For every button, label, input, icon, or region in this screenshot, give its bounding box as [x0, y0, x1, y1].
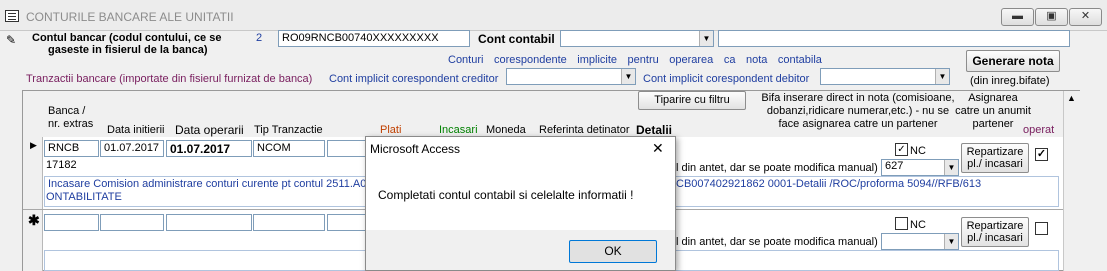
asignarea-line3: partener — [972, 118, 1014, 130]
col-banca: Banca / — [48, 105, 86, 117]
word: pentru — [627, 54, 659, 66]
operat-checkbox[interactable]: ✓ — [1035, 148, 1048, 161]
dialog-message: Completati contul contabil si celelalte … — [378, 188, 634, 202]
scroll-up-icon[interactable]: ▲ — [1067, 93, 1076, 103]
data-initierii-field[interactable]: 01.07.2017 — [100, 140, 164, 157]
chevron-down-icon[interactable]: ▼ — [935, 69, 949, 84]
ok-button[interactable]: OK — [569, 240, 657, 263]
col-data-initierii: Data initierii — [107, 124, 165, 136]
new-antet-text: l din antet, dar se poate modifica manua… — [676, 236, 878, 248]
new-repartizare-button[interactable]: Repartizare pl./ incasari — [961, 217, 1029, 247]
new-cont-row-select[interactable]: ▼ — [881, 233, 959, 250]
nc-label: NC — [910, 145, 926, 157]
window-title: CONTURILE BANCARE ALE UNITATII — [26, 10, 234, 24]
new-data-initierii-field[interactable] — [100, 214, 164, 231]
word: corespondente — [493, 54, 567, 66]
record-selector-column — [23, 137, 43, 271]
bifa-text-line1: Bifa inserare direct in nota (comisioane… — [761, 92, 955, 104]
title-bar: CONTURILE BANCARE ALE UNITATII ▬ ▣ ✕ — [0, 0, 1107, 31]
new-nc-checkbox[interactable] — [895, 217, 908, 230]
new-operat-checkbox[interactable] — [1035, 222, 1048, 235]
nc-checkbox[interactable]: ✓ — [895, 143, 908, 156]
cont-row-select[interactable]: 627 ▼ — [881, 159, 959, 176]
debitor-select[interactable]: ▼ — [820, 68, 950, 85]
word: nota — [745, 54, 768, 66]
col-moneda: Moneda — [486, 124, 526, 136]
col-nr-extras: nr. extras — [48, 118, 94, 130]
col-operat: operat — [1023, 124, 1055, 136]
dialog-title-bar: Microsoft Access ✕ — [366, 137, 675, 161]
generare-nota-button[interactable]: Generare nota — [966, 50, 1060, 72]
account-label-line2: gaseste in fisierul de la banca) — [48, 44, 208, 56]
col-referinta: Referinta detinator — [539, 124, 630, 136]
account-number-field[interactable]: RO09RNCB00740XXXXXXXXX — [278, 30, 470, 47]
debitor-label: Cont implicit corespondent debitor — [643, 73, 810, 85]
dialog-button-area: OK — [366, 230, 675, 270]
dialog-close-icon[interactable]: ✕ — [652, 140, 664, 157]
chevron-down-icon[interactable]: ▼ — [699, 31, 713, 46]
repartizare-line1: Repartizare — [966, 146, 1024, 158]
bifa-text-line2: dobanzi,ridicare numerar,etc.) - nu se — [766, 105, 950, 117]
repartizare-button[interactable]: Repartizare pl./ incasari — [961, 143, 1029, 173]
account-label-line1: Contul bancar (codul contului, ce se — [32, 32, 222, 44]
detail-line1-right: CB007402921862 0001-Detalii /ROC/proform… — [676, 178, 982, 190]
creditor-label: Cont implicit corespondent creditor — [329, 73, 499, 85]
vertical-scrollbar[interactable]: ▲ — [1063, 91, 1080, 271]
col-incasari: Incasari — [439, 124, 478, 136]
col-tip-tranzactie: Tip Tranzactie — [254, 124, 323, 136]
din-inreg-bifate-label: (din inreg.bifate) — [970, 75, 1050, 87]
tiparire-cu-filtru-button[interactable]: Tiparire cu filtru — [638, 91, 746, 110]
tip-tranzactie-field[interactable]: NCOM — [253, 140, 325, 157]
new-plati-field[interactable] — [327, 214, 367, 231]
tranzactii-bancare-label: Tranzactii bancare (importate din fisier… — [26, 73, 313, 85]
minimize-button[interactable]: ▬ — [1001, 8, 1034, 26]
account-index: 2 — [256, 32, 263, 44]
new-repartizare-line2: pl./ incasari — [967, 232, 1023, 244]
data-operarii-field[interactable]: 01.07.2017 — [166, 140, 252, 157]
word: contabila — [777, 54, 822, 66]
asignarea-line1: Asignarea — [968, 92, 1018, 104]
app-form-icon — [5, 10, 19, 22]
cont-contabil-select[interactable]: ▼ — [560, 30, 714, 47]
new-banca-field[interactable] — [44, 214, 99, 231]
new-data-operarii-field[interactable] — [166, 214, 252, 231]
col-data-operarii: Data operarii — [175, 123, 244, 137]
banca-field[interactable]: RNCB — [44, 140, 99, 157]
detail-line1: Incasare Comision administrare conturi c… — [48, 178, 379, 190]
current-record-arrow-icon[interactable]: ▶ — [30, 140, 37, 151]
new-repartizare-line1: Repartizare — [966, 220, 1024, 232]
cont-row-value: 627 — [885, 160, 904, 172]
col-detalii: Detalii — [636, 123, 673, 137]
repartizare-line2: pl./ incasari — [967, 158, 1023, 170]
dialog-title: Microsoft Access — [370, 142, 461, 156]
account-label: Contul bancar (codul contului, ce se — [32, 32, 221, 44]
cont-contabil-label: Cont contabil — [478, 32, 555, 46]
word: Conturi — [448, 54, 484, 66]
new-nc-label: NC — [910, 219, 926, 231]
new-record-star-icon[interactable]: ✱ — [28, 212, 40, 229]
asignarea-line2: catre un anumit — [955, 105, 1031, 117]
maximize-button[interactable]: ▣ — [1035, 8, 1068, 26]
word: ca — [723, 54, 736, 66]
close-button[interactable]: ✕ — [1069, 8, 1102, 26]
cont-contabil-name-field[interactable] — [718, 30, 1070, 47]
nr-extras-field[interactable]: 17182 — [46, 159, 77, 171]
creditor-select[interactable]: ▼ — [506, 68, 636, 85]
message-dialog: Microsoft Access ✕ Completati contul con… — [365, 136, 676, 271]
chevron-down-icon[interactable]: ▼ — [944, 234, 958, 249]
detail-line2: ONTABILITATE — [46, 191, 122, 203]
chevron-down-icon[interactable]: ▼ — [944, 160, 958, 175]
word: implicite — [577, 54, 618, 66]
bifa-text-line3: face asignarea catre un partener — [778, 118, 938, 130]
chevron-down-icon[interactable]: ▼ — [621, 69, 635, 84]
conturi-corespondente-label: Conturi corespondente implicite pentru o… — [448, 54, 822, 66]
new-tip-tranzactie-field[interactable] — [253, 214, 325, 231]
antet-text: l din antet, dar se poate modifica manua… — [676, 162, 878, 174]
col-plati: Plati — [380, 124, 402, 136]
plati-field[interactable] — [327, 140, 367, 157]
word: operarea — [669, 54, 714, 66]
record-edit-pencil-icon: ✎ — [6, 33, 17, 47]
